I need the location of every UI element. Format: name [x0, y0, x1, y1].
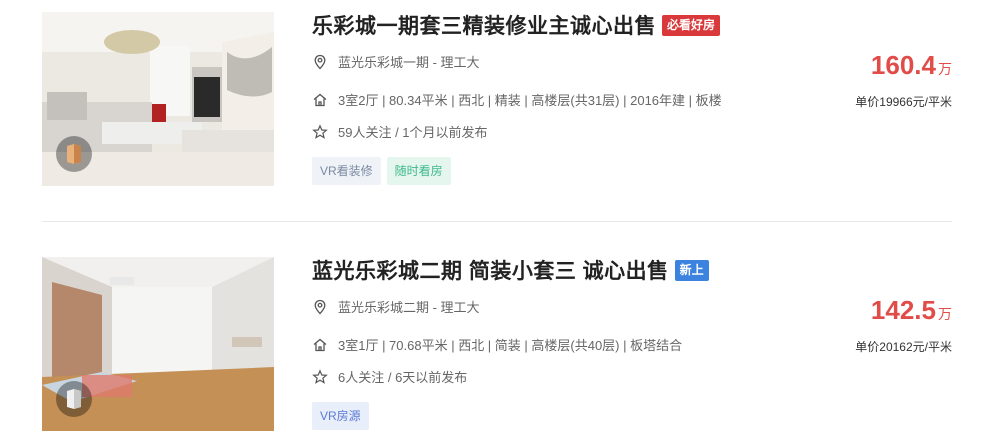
location-pin-icon: [312, 299, 328, 315]
location-pin-icon: [312, 54, 328, 70]
chip-vr-listing[interactable]: VR房源: [312, 402, 369, 430]
listing-title[interactable]: 乐彩城一期套三精装修业主诚心出售: [312, 10, 656, 40]
listing-follow: 59人关注 / 1个月以前发布: [312, 122, 488, 141]
star-icon: [312, 123, 328, 140]
house-icon: [312, 337, 328, 353]
listing-tag-badge: 必看好房: [662, 14, 721, 36]
star-icon: [312, 368, 328, 385]
listing-chips: VR看装修 随时看房: [312, 157, 457, 185]
chip-vr-decor[interactable]: VR看装修: [312, 157, 381, 185]
house-icon: [312, 92, 328, 108]
details-text: 3室1厅 | 70.68平米 | 西北 | 简装 | 高楼层(共40层) | 板…: [338, 338, 683, 353]
chip-view-anytime[interactable]: 随时看房: [386, 157, 451, 185]
listing-photo[interactable]: [42, 12, 274, 186]
listing-title[interactable]: 蓝光乐彩城二期 简装小套三 诚心出售: [312, 255, 669, 285]
listing-photo[interactable]: [42, 257, 274, 431]
location-text[interactable]: 蓝光乐彩城一期 - 理工大: [338, 52, 480, 71]
listing-follow: 6人关注 / 6天以前发布: [312, 367, 467, 386]
total-price-unit: 万: [938, 61, 952, 77]
vr-badge-icon[interactable]: [56, 136, 92, 172]
vr-badge-icon[interactable]: [56, 381, 92, 417]
location-text[interactable]: 蓝光乐彩城二期 - 理工大: [338, 297, 480, 316]
total-price: 142.5 万: [871, 295, 952, 326]
total-price-value: 160.4: [870, 50, 936, 80]
total-price: 160.4 万: [871, 50, 952, 81]
follow-text: 6人关注 / 6天以前发布: [338, 370, 468, 385]
listing-chips: VR房源: [312, 402, 375, 430]
total-price-unit: 万: [938, 306, 952, 322]
listing-details: 3室2厅 | 80.34平米 | 西北 | 精装 | 高楼层(共31层) | 2…: [312, 90, 722, 109]
unit-price: 单价20162元/平米: [855, 340, 952, 354]
follow-text: 59人关注 / 1个月以前发布: [338, 125, 488, 140]
listing-location: 蓝光乐彩城二期 - 理工大: [312, 297, 480, 316]
listing-divider: [42, 221, 952, 222]
listing-details: 3室1厅 | 70.68平米 | 西北 | 简装 | 高楼层(共40层) | 板…: [312, 335, 682, 354]
total-price-value: 142.5: [870, 295, 936, 325]
listing-tag-badge: 新上: [674, 259, 709, 281]
details-text: 3室2厅 | 80.34平米 | 西北 | 精装 | 高楼层(共31层) | 2…: [338, 93, 722, 108]
listing-location: 蓝光乐彩城一期 - 理工大: [312, 52, 480, 71]
unit-price: 单价19966元/平米: [855, 95, 952, 109]
